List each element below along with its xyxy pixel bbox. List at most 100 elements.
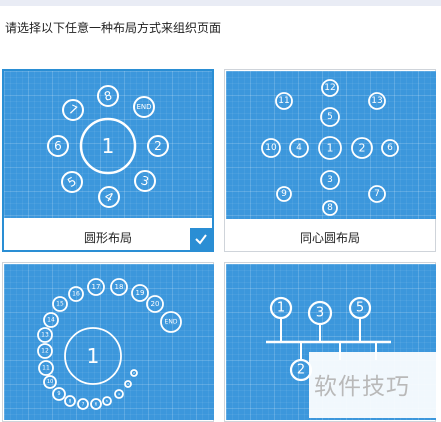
top-bar	[0, 0, 441, 6]
spiral-node-13: 9	[52, 387, 66, 401]
svg-text:3: 3	[316, 306, 324, 321]
svg-text:10: 10	[47, 379, 53, 385]
spiral-node-11: 11	[38, 360, 54, 376]
concentric-layout-diagram: 1 12 11 13 5 10 4 2 6 3 9 7 8	[261, 79, 399, 216]
svg-text:11: 11	[278, 96, 289, 106]
svg-text:5: 5	[106, 399, 108, 403]
layout-preview-spiral: 1 17 18 19 20 END 16 15 14 13 12 11 10 9 8 7 6 5 4 3 2	[4, 264, 214, 420]
svg-text:10: 10	[265, 143, 277, 153]
svg-text:19: 19	[136, 289, 145, 297]
svg-text:3: 3	[127, 382, 129, 386]
spiral-node-0: 1	[64, 327, 122, 385]
spiral-node-18: 4	[114, 389, 124, 399]
svg-text:8: 8	[69, 399, 72, 404]
tree-node-2: 5	[348, 296, 372, 320]
svg-text:7: 7	[82, 402, 85, 407]
spiral-node-19: 3	[124, 380, 132, 388]
tree-node-3: 2	[289, 358, 313, 382]
spiral-node-8: 14	[43, 312, 59, 328]
svg-text:2: 2	[133, 371, 135, 375]
concentric-node-10: 9	[276, 186, 292, 202]
concentric-node-8: 6	[381, 139, 399, 157]
circle-node-5: 4	[98, 186, 120, 208]
layout-preview-circle: 1 8 END 2 3 4 5 6 7	[4, 71, 212, 218]
concentric-node-7: 2	[351, 137, 373, 159]
svg-text:5: 5	[356, 301, 364, 316]
circle-node-1: 8	[97, 85, 119, 107]
concentric-node-0: 1	[318, 136, 342, 160]
watermark-text: 软件技巧	[314, 374, 410, 400]
spiral-node-5: END	[160, 311, 182, 333]
circle-node-4: 3	[134, 170, 156, 192]
spiral-node-14: 8	[64, 395, 76, 407]
circle-node-8: 7	[62, 99, 84, 121]
concentric-node-6: 4	[289, 138, 309, 158]
spiral-node-16: 6	[90, 398, 102, 410]
spiral-node-10: 12	[37, 343, 53, 359]
spiral-node-4: 20	[146, 295, 164, 313]
spiral-layout-diagram: 1 17 18 19 20 END 16 15 14 13 12 11 10 9 8 7 6 5 4 3 2	[37, 278, 182, 410]
layout-option-spiral[interactable]: 1 17 18 19 20 END 16 15 14 13 12 11 10 9 8 7 6 5 4 3 2	[2, 262, 214, 422]
svg-text:16: 16	[72, 291, 80, 298]
svg-text:1: 1	[87, 344, 100, 368]
circle-node-0: 1	[79, 117, 137, 175]
svg-text:18: 18	[115, 283, 124, 291]
svg-text:9: 9	[281, 189, 287, 199]
tree-node-0: 1	[269, 296, 293, 320]
svg-text:5: 5	[65, 174, 79, 190]
concentric-node-5: 10	[261, 138, 281, 158]
layout-preview-concentric: 1 12 11 13 5 10 4 2 6 3 9 7 8	[226, 71, 436, 219]
svg-text:2: 2	[154, 139, 162, 153]
svg-text:3: 3	[327, 175, 333, 185]
concentric-node-4: 5	[320, 107, 340, 127]
svg-text:6: 6	[387, 143, 393, 153]
svg-text:6: 6	[54, 139, 62, 153]
spiral-node-7: 15	[52, 296, 68, 312]
concentric-node-2: 11	[275, 92, 293, 110]
check-icon	[190, 228, 212, 250]
circle-node-7: 6	[47, 135, 69, 157]
concentric-node-11: 7	[368, 185, 386, 203]
layout-option-concentric[interactable]: 1 12 11 13 5 10 4 2 6 3 9 7 8 同心圆布局	[224, 69, 436, 252]
spiral-node-1: 17	[87, 278, 105, 296]
svg-text:3: 3	[139, 173, 150, 189]
concentric-node-9: 3	[320, 170, 340, 190]
svg-text:6: 6	[95, 402, 98, 407]
layout-label-concentric: 同心圆布局	[299, 231, 360, 245]
spiral-node-12: 10	[43, 375, 57, 389]
svg-text:4: 4	[102, 189, 116, 205]
svg-text:END: END	[165, 319, 178, 326]
spiral-node-15: 7	[77, 398, 89, 410]
circle-node-6: 5	[61, 171, 83, 193]
spiral-node-20: 2	[130, 369, 138, 377]
concentric-node-1: 12	[321, 79, 339, 97]
layout-option-circle[interactable]: 1 8 END 2 3 4 5 6 7 圆形布局	[2, 69, 214, 252]
svg-text:12: 12	[324, 83, 335, 93]
concentric-node-12: 8	[322, 200, 338, 216]
svg-text:4: 4	[118, 392, 120, 396]
svg-text:9: 9	[57, 391, 60, 397]
circle-node-2: END	[133, 96, 155, 118]
svg-text:7: 7	[374, 189, 380, 199]
svg-text:8: 8	[102, 88, 113, 104]
svg-text:1: 1	[102, 134, 115, 158]
spiral-node-3: 19	[131, 284, 149, 302]
svg-text:17: 17	[92, 283, 101, 291]
svg-text:12: 12	[41, 348, 49, 355]
spiral-node-2: 18	[110, 278, 128, 296]
circle-layout-diagram: 1 8 END 2 3 4 5 6 7	[47, 85, 169, 208]
svg-text:13: 13	[41, 332, 49, 339]
svg-text:15: 15	[56, 301, 64, 308]
svg-text:2: 2	[297, 363, 305, 378]
svg-text:13: 13	[371, 96, 382, 106]
svg-text:4: 4	[296, 143, 302, 153]
svg-text:14: 14	[47, 317, 55, 324]
svg-text:8: 8	[327, 203, 333, 213]
svg-text:20: 20	[151, 300, 160, 308]
instruction-text: 请选择以下任意一种布局方式来组织页面	[5, 21, 222, 35]
layout-label-circle: 圆形布局	[83, 231, 132, 245]
svg-text:1: 1	[327, 142, 334, 155]
svg-text:END: END	[136, 103, 151, 111]
svg-text:11: 11	[42, 365, 50, 372]
svg-text:5: 5	[327, 112, 333, 122]
